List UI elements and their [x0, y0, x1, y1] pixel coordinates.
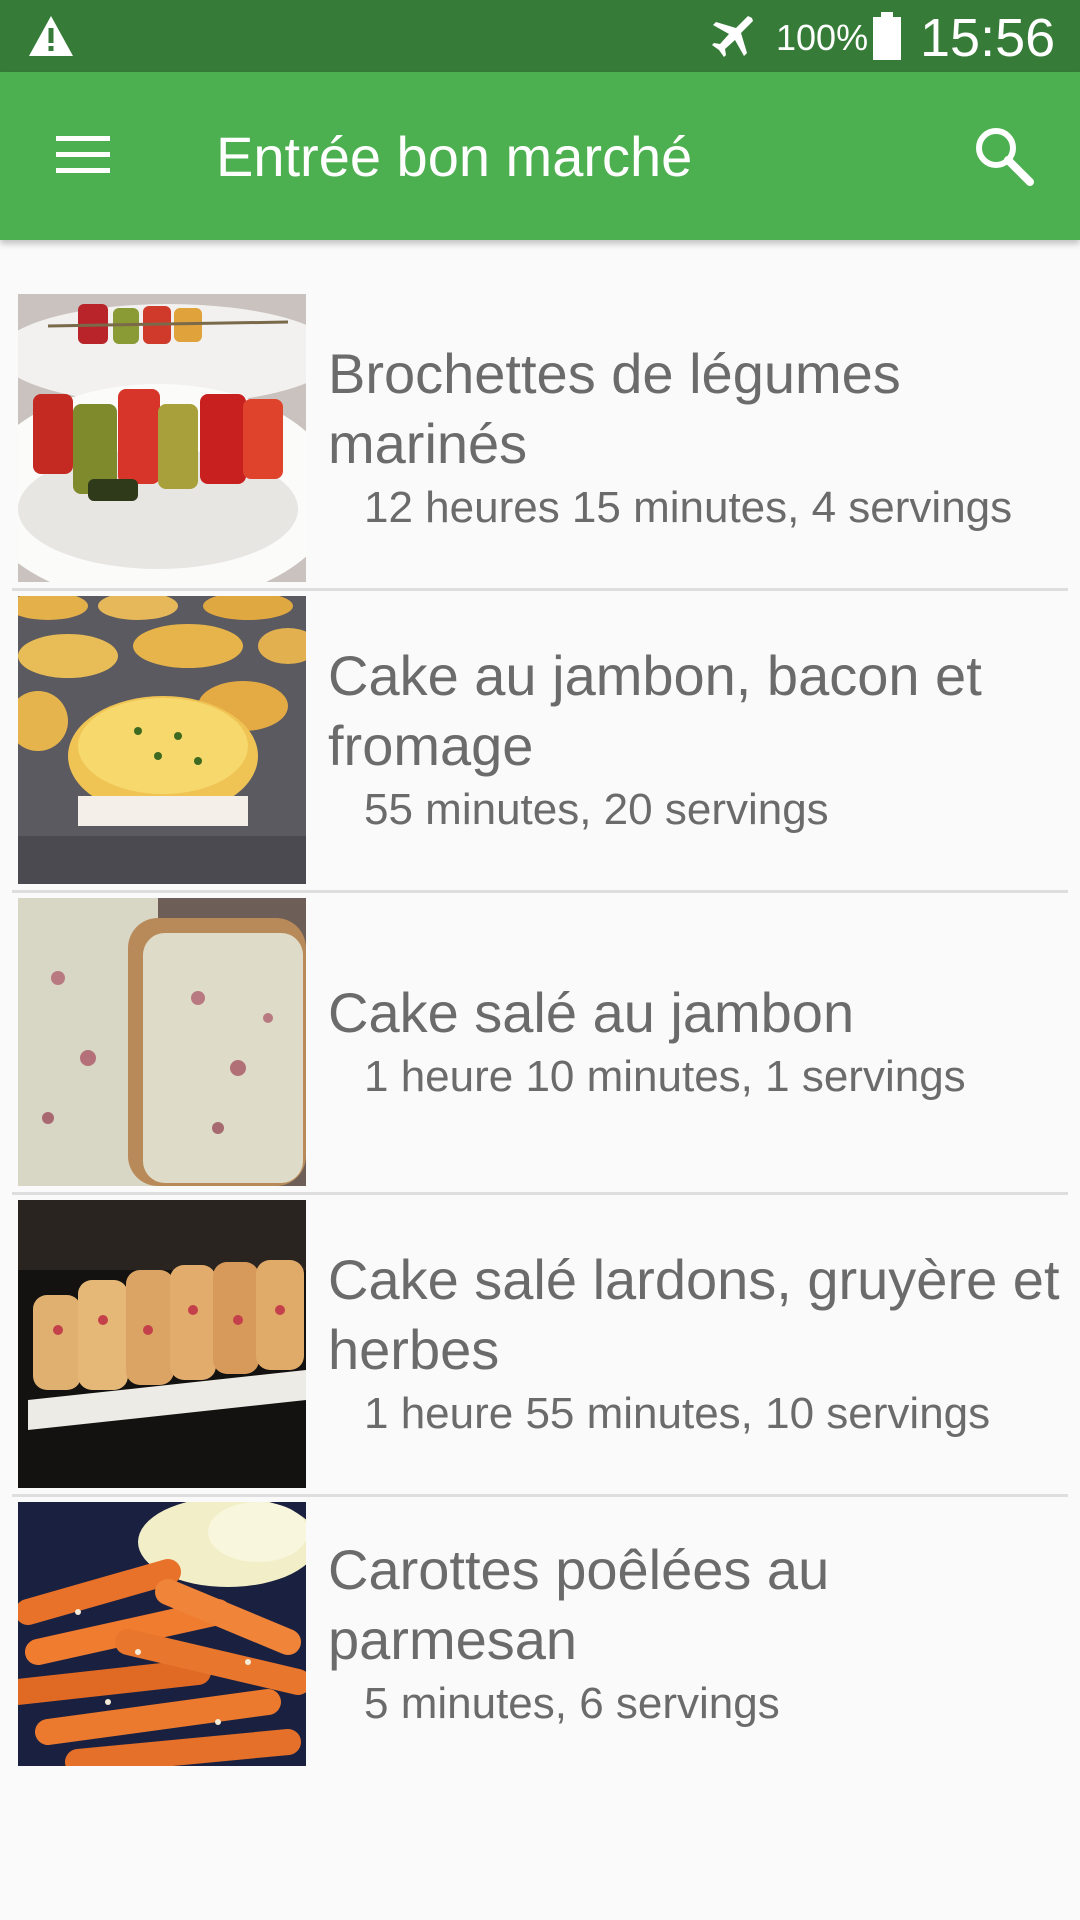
- recipe-title: Cake au jambon, bacon et fromage: [328, 644, 982, 777]
- recipe-meta: 1 heure 55 minutes, 10 servings: [364, 1389, 991, 1438]
- list-item[interactable]: Brochettes de légumes marinés 12 heures …: [12, 240, 1068, 582]
- app-bar: Entrée bon marché: [0, 72, 1080, 240]
- battery-percent: 100%: [776, 17, 869, 58]
- recipe-title: Brochettes de légumes marinés: [328, 342, 901, 475]
- recipe-meta: 1 heure 10 minutes, 1 servings: [364, 1052, 966, 1101]
- recipe-photo: [18, 1502, 306, 1766]
- recipe-photo: [18, 294, 306, 582]
- menu-icon[interactable]: [54, 130, 112, 180]
- list-item[interactable]: Carottes poêlées au parmesan 5 minutes, …: [12, 1448, 1068, 1766]
- recipe-text: Cake au jambon, bacon et fromage 55 minu…: [328, 596, 1068, 884]
- recipe-title: Cake salé lardons, gruyère et herbes: [328, 1248, 1060, 1381]
- recipe-meta: 12 heures 15 minutes, 4 servings: [364, 483, 1013, 532]
- recipe-title: Carottes poêlées au parmesan: [328, 1538, 830, 1671]
- recipe-photo: [18, 898, 306, 1186]
- list-item[interactable]: Cake au jambon, bacon et fromage 55 minu…: [12, 542, 1068, 884]
- recipe-text: Cake salé lardons, gruyère et herbes 1 h…: [328, 1200, 1068, 1488]
- recipe-title: Cake salé au jambon: [328, 981, 855, 1044]
- airplane-mode-icon: [712, 16, 753, 57]
- recipe-photo: [18, 1200, 306, 1488]
- recipe-meta: 55 minutes, 20 servings: [364, 785, 829, 834]
- list-item[interactable]: Cake salé au jambon 1 heure 10 minutes, …: [12, 844, 1068, 1186]
- recipe-meta: 5 minutes, 6 servings: [364, 1679, 780, 1728]
- status-clock: 15:56: [920, 8, 1056, 68]
- search-icon[interactable]: [972, 124, 1036, 188]
- list-item[interactable]: Cake salé lardons, gruyère et herbes 1 h…: [12, 1146, 1068, 1488]
- status-bar: 100% 15:56: [0, 0, 1080, 72]
- recipe-text: Cake salé au jambon 1 heure 10 minutes, …: [328, 898, 1068, 1186]
- recipe-text: Brochettes de légumes marinés 12 heures …: [328, 294, 1068, 582]
- recipe-text: Carottes poêlées au parmesan 5 minutes, …: [328, 1502, 1068, 1766]
- page-title: Entrée bon marché: [216, 125, 693, 188]
- recipe-photo: [18, 596, 306, 884]
- warning-icon: [29, 16, 73, 56]
- battery-icon: [873, 12, 901, 60]
